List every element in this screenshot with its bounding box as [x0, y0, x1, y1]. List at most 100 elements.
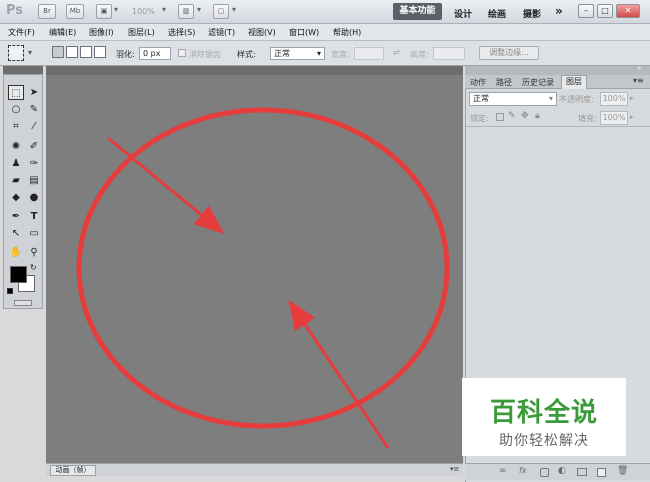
view-extras-button[interactable]: ▣: [96, 4, 112, 19]
brush-icon[interactable]: ✐: [26, 139, 42, 154]
tab-history[interactable]: 历史记录: [522, 77, 554, 88]
move-tool-icon[interactable]: ➤: [26, 85, 42, 100]
foreground-color-swatch[interactable]: [10, 266, 27, 283]
more-workspaces-button[interactable]: »: [555, 4, 563, 18]
chevron-down-icon[interactable]: ▾: [232, 5, 236, 14]
add-selection-icon[interactable]: [66, 46, 78, 58]
tab-paths[interactable]: 路径: [496, 77, 512, 88]
opacity-input[interactable]: 100%: [600, 92, 628, 106]
quick-select-icon[interactable]: ✎: [26, 102, 42, 117]
hand-icon[interactable]: ✋: [8, 245, 24, 260]
lock-transparent-icon[interactable]: [496, 113, 504, 121]
blend-mode-value: 正常: [473, 94, 489, 103]
eraser-icon[interactable]: ▰: [8, 173, 24, 188]
blur-icon[interactable]: ◆: [8, 190, 24, 205]
antialias-checkbox[interactable]: [178, 49, 186, 57]
default-colors-icon[interactable]: [7, 288, 13, 294]
chevron-down-icon[interactable]: ▾: [162, 5, 166, 14]
restore-button[interactable]: □: [597, 4, 613, 18]
panel-menu-icon[interactable]: ▾≡: [633, 76, 644, 85]
lock-label: 锁定:: [470, 114, 489, 123]
arrange-documents-button[interactable]: ▥: [178, 4, 194, 19]
path-select-icon[interactable]: ↖: [8, 226, 24, 241]
fill-input[interactable]: 100%: [600, 111, 628, 125]
chevron-right-icon[interactable]: ▸: [630, 113, 634, 121]
swap-colors-icon[interactable]: ↻: [30, 263, 37, 272]
adjustment-layer-icon[interactable]: ◐: [558, 466, 566, 476]
trash-icon[interactable]: 🗑︎: [617, 466, 628, 476]
gradient-icon[interactable]: ▤: [26, 173, 42, 188]
chevron-down-icon[interactable]: ▾: [197, 5, 201, 14]
zoom-icon[interactable]: ⚲: [26, 245, 42, 260]
chevron-down-icon: ▾: [548, 94, 553, 103]
intersect-selection-icon[interactable]: [94, 46, 106, 58]
crop-icon[interactable]: ⌗: [8, 119, 24, 134]
new-layer-icon[interactable]: [597, 468, 606, 477]
workspace-essentials[interactable]: 基本功能: [393, 3, 442, 20]
menu-bar: 文件(F) 编辑(E) 图像(I) 图层(L) 选择(S) 滤镜(T) 视图(V…: [0, 24, 650, 41]
lasso-icon[interactable]: ○: [8, 102, 24, 117]
type-tool-icon[interactable]: T: [26, 209, 42, 224]
menu-view[interactable]: 视图(V): [248, 27, 276, 38]
mini-bridge-button[interactable]: Mb: [66, 4, 84, 19]
link-layers-icon[interactable]: ∞: [499, 466, 507, 476]
menu-file[interactable]: 文件(F): [8, 27, 35, 38]
width-input[interactable]: [354, 47, 384, 60]
menu-window[interactable]: 窗口(W): [289, 27, 319, 38]
rectangular-marquee-icon[interactable]: ⬚: [8, 85, 24, 100]
menu-help[interactable]: 帮助(H): [333, 27, 361, 38]
workspace-painting[interactable]: 绘画: [488, 7, 506, 20]
chevron-down-icon[interactable]: ▾: [114, 5, 118, 14]
shape-icon[interactable]: ▭: [26, 226, 42, 241]
feather-input[interactable]: 0 px: [139, 47, 171, 60]
new-selection-icon[interactable]: [52, 46, 64, 58]
workspace-photography[interactable]: 摄影: [523, 7, 541, 20]
marquee-tool-preset-icon[interactable]: [8, 45, 24, 61]
lock-position-icon[interactable]: ✥: [521, 111, 529, 121]
menu-select[interactable]: 选择(S): [168, 27, 195, 38]
tab-layers[interactable]: 图层: [561, 75, 587, 89]
history-brush-icon[interactable]: ✑: [26, 156, 42, 171]
menu-layer[interactable]: 图层(L): [128, 27, 155, 38]
blend-mode-select[interactable]: 正常 ▾: [469, 92, 557, 106]
minimize-button[interactable]: –: [578, 4, 594, 18]
quick-mask-icon[interactable]: [14, 300, 32, 306]
menu-image[interactable]: 图像(I): [89, 27, 114, 38]
fill-label: 填充:: [578, 114, 597, 123]
zoom-level[interactable]: 100%: [132, 7, 155, 16]
photoshop-logo: Ps: [6, 3, 24, 18]
new-group-icon[interactable]: [577, 468, 587, 476]
menu-edit[interactable]: 编辑(E): [49, 27, 76, 38]
close-button[interactable]: ✕: [616, 4, 640, 18]
pen-icon[interactable]: ✒: [8, 209, 24, 224]
subtract-selection-icon[interactable]: [80, 46, 92, 58]
screen-mode-button[interactable]: ▢: [213, 4, 229, 19]
tab-actions[interactable]: 动作: [470, 77, 486, 88]
panel-menu-icon[interactable]: ▾≡: [450, 465, 459, 473]
add-mask-icon[interactable]: [540, 468, 549, 477]
fx-icon[interactable]: fx: [519, 466, 527, 475]
workspace-design[interactable]: 设计: [454, 7, 472, 20]
chevron-down-icon[interactable]: ▾: [28, 48, 32, 57]
dodge-icon[interactable]: ●: [26, 190, 42, 205]
lock-pixels-icon[interactable]: ✎: [508, 111, 516, 121]
clone-stamp-icon[interactable]: ♟: [8, 156, 24, 171]
annotation-ellipse: [76, 107, 450, 429]
swap-icon[interactable]: ⇄: [393, 48, 400, 57]
refine-edge-button[interactable]: 调整边缘...: [479, 46, 539, 60]
collapse-panel-icon[interactable]: »: [637, 64, 641, 72]
animation-tab[interactable]: 动画（帧）: [50, 465, 96, 476]
style-label: 样式:: [237, 50, 256, 59]
animation-panel-bar[interactable]: 动画（帧） ▾≡: [46, 463, 463, 476]
spot-healing-icon[interactable]: ✺: [8, 139, 24, 154]
watermark-title: 百科全说: [489, 398, 598, 428]
menu-filter[interactable]: 滤镜(T): [208, 27, 235, 38]
toolbox-header[interactable]: [3, 66, 43, 74]
height-input[interactable]: [433, 47, 465, 60]
eyedropper-icon[interactable]: ⁄: [26, 119, 42, 134]
style-select[interactable]: 正常 ▾: [270, 47, 325, 60]
style-value: 正常: [274, 49, 290, 58]
bridge-button[interactable]: Br: [38, 4, 56, 19]
chevron-right-icon[interactable]: ▸: [630, 94, 634, 102]
lock-all-icon[interactable]: 🔒︎: [535, 111, 540, 121]
